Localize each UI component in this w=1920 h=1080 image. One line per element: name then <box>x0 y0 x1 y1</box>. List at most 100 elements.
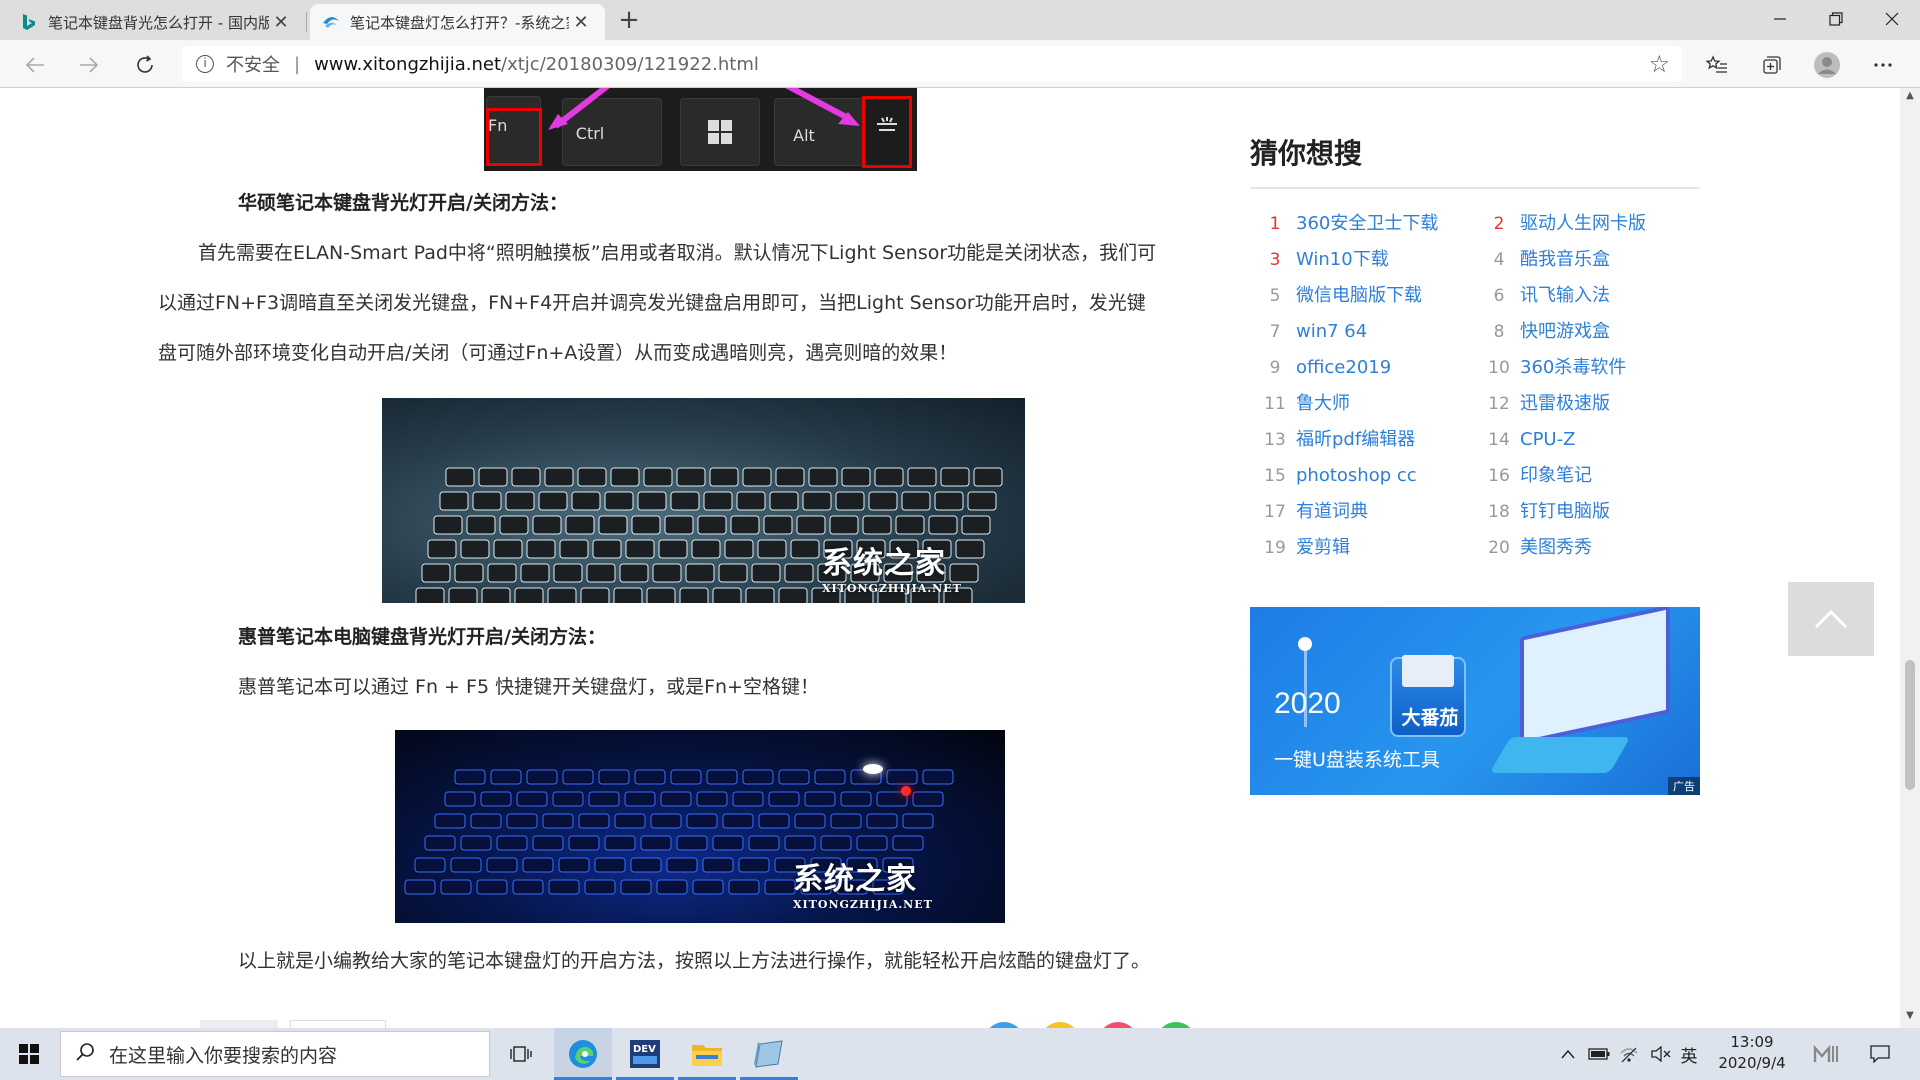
rank-link[interactable]: 微信电脑版下载 <box>1296 285 1422 306</box>
rank-link[interactable]: Win10下载 <box>1296 249 1389 270</box>
taskbar-app-devenv[interactable]: DEV <box>616 1028 674 1080</box>
hot-search-item[interactable]: 6 讯飞输入法 <box>1478 278 1610 314</box>
hot-search-item[interactable]: 10 360杀毒软件 <box>1478 350 1626 386</box>
rank-number: 12 <box>1488 394 1510 414</box>
rank-link[interactable]: 有道词典 <box>1296 501 1368 522</box>
hot-search-item[interactable]: 4 酷我音乐盒 <box>1478 242 1610 278</box>
favorite-star-icon[interactable]: ☆ <box>1648 50 1670 78</box>
taskbar-app-viewer[interactable] <box>740 1028 798 1080</box>
hot-search-item[interactable]: 7 win7 64 <box>1254 314 1368 350</box>
favorites-list-icon[interactable] <box>1702 50 1732 80</box>
keycap <box>736 491 766 511</box>
address-bar[interactable]: i 不安全 | www.xitongzhijia.net /xtjc/20180… <box>182 46 1682 82</box>
rank-link[interactable]: photoshop cc <box>1296 465 1417 486</box>
rank-link[interactable]: 快吧游戏盒 <box>1520 321 1610 342</box>
rank-link[interactable]: 讯飞输入法 <box>1520 285 1610 306</box>
close-icon[interactable]: ✕ <box>569 12 593 33</box>
tab-bing-search[interactable]: 笔记本键盘背光怎么打开 - 国内版 ✕ <box>8 4 305 40</box>
forward-button[interactable] <box>72 48 106 82</box>
scroll-up-icon[interactable]: ▲ <box>1900 90 1920 106</box>
system-clock[interactable]: 13:09 2020/9/4 <box>1704 1032 1800 1074</box>
rank-link[interactable]: CPU-Z <box>1520 429 1575 450</box>
rank-link[interactable]: 美图秀秀 <box>1520 537 1592 558</box>
input-method-indicator[interactable]: 英 <box>1676 1028 1702 1080</box>
ad-banner[interactable]: 2020 大番茄 一键U盘装系统工具 广告 <box>1250 607 1700 795</box>
keycap <box>466 515 496 535</box>
hot-search-item[interactable]: 19 爱剪辑 <box>1254 530 1350 566</box>
hot-search-item[interactable]: 1 360安全卫士下载 <box>1254 206 1439 242</box>
close-window-button[interactable] <box>1864 0 1920 38</box>
tab-separator <box>306 12 307 32</box>
rank-link[interactable]: 鲁大师 <box>1296 393 1350 414</box>
pager-button[interactable] <box>290 1020 386 1028</box>
security-label[interactable]: 不安全 <box>226 51 280 77</box>
tab-xitongzhijia[interactable]: 笔记本键盘灯怎么打开？-系统之家 ✕ <box>310 4 605 40</box>
rank-link[interactable]: 酷我音乐盒 <box>1520 249 1610 270</box>
rank-link[interactable]: 爱剪辑 <box>1296 537 1350 558</box>
rank-link[interactable]: 福昕pdf编辑器 <box>1296 429 1415 450</box>
collections-icon[interactable] <box>1757 50 1787 80</box>
task-view-button[interactable] <box>492 1028 550 1080</box>
close-icon[interactable]: ✕ <box>269 12 293 33</box>
back-to-top-button[interactable] <box>1788 582 1874 656</box>
start-button[interactable] <box>0 1028 58 1080</box>
refresh-button[interactable] <box>128 48 162 82</box>
taskbar-app-explorer[interactable] <box>678 1028 736 1080</box>
hot-search-item[interactable]: 11 鲁大师 <box>1254 386 1350 422</box>
windows-taskbar: 在这里输入你要搜索的内容 DEV 英 13:09 2020/9/4 <box>0 1028 1920 1080</box>
restore-button[interactable] <box>1808 0 1864 38</box>
rank-link[interactable]: 印象笔记 <box>1520 465 1592 486</box>
show-hidden-icons[interactable] <box>1556 1028 1580 1080</box>
rank-link[interactable]: 迅雷极速版 <box>1520 393 1610 414</box>
keycap <box>522 857 554 873</box>
keycap <box>856 835 888 851</box>
taskbar-app-edge[interactable] <box>554 1028 612 1080</box>
rank-link[interactable]: 驱动人生网卡版 <box>1520 213 1646 234</box>
taskbar-search-box[interactable]: 在这里输入你要搜索的内容 <box>60 1031 490 1077</box>
hot-search-item[interactable]: 2 驱动人生网卡版 <box>1478 206 1646 242</box>
arrow-right-icon <box>80 57 99 73</box>
keycap <box>656 879 688 895</box>
keycap <box>445 467 475 487</box>
hot-search-item[interactable]: 16 印象笔记 <box>1478 458 1592 494</box>
minimize-button[interactable] <box>1752 0 1808 38</box>
hot-search-item[interactable]: 9 office2019 <box>1254 350 1392 386</box>
volume-muted-icon[interactable] <box>1648 1028 1674 1080</box>
hot-search-item[interactable]: 20 美图秀秀 <box>1478 530 1592 566</box>
info-icon[interactable]: i <box>196 55 214 73</box>
rank-link[interactable]: office2019 <box>1296 357 1391 378</box>
rank-link[interactable]: 360杀毒软件 <box>1520 357 1626 378</box>
back-button[interactable] <box>18 48 52 82</box>
hot-search-item[interactable]: 12 迅雷极速版 <box>1478 386 1610 422</box>
keycap <box>769 491 799 511</box>
network-icon[interactable] <box>1616 1028 1642 1080</box>
rank-link[interactable]: 钉钉电脑版 <box>1520 501 1610 522</box>
windows-key <box>680 98 760 166</box>
vertical-scrollbar[interactable]: ▲ ▼ <box>1900 88 1920 1028</box>
new-tab-button[interactable]: + <box>614 6 644 36</box>
hot-search-item[interactable]: 5 微信电脑版下载 <box>1254 278 1422 314</box>
battery-icon[interactable] <box>1586 1028 1612 1080</box>
notification-center-icon[interactable] <box>1862 1028 1898 1080</box>
rank-link[interactable]: win7 64 <box>1296 321 1367 342</box>
keycap <box>676 467 706 487</box>
keycap <box>679 587 709 603</box>
keycap <box>511 467 541 487</box>
site-watermark: 系统之家 XITONGZHIJIA.NET <box>793 854 933 911</box>
meet-now-icon[interactable] <box>1808 1028 1844 1080</box>
hot-search-item[interactable]: 14 CPU-Z <box>1478 422 1575 458</box>
keycap <box>685 563 715 583</box>
pager-button[interactable] <box>200 1020 278 1028</box>
hot-search-item[interactable]: 17 有道词典 <box>1254 494 1368 530</box>
hot-search-item[interactable]: 18 钉钉电脑版 <box>1478 494 1610 530</box>
hot-search-item[interactable]: 15 photoshop cc <box>1254 458 1417 494</box>
keycap <box>835 491 865 511</box>
rank-link[interactable]: 360安全卫士下载 <box>1296 213 1438 234</box>
hot-search-item[interactable]: 3 Win10下载 <box>1254 242 1389 278</box>
hot-search-item[interactable]: 13 福昕pdf编辑器 <box>1254 422 1415 458</box>
hot-search-item[interactable]: 8 快吧游戏盒 <box>1478 314 1610 350</box>
profile-avatar-icon[interactable] <box>1812 50 1842 80</box>
more-options-icon[interactable] <box>1868 50 1898 80</box>
scroll-down-icon[interactable]: ▼ <box>1900 1010 1920 1026</box>
scrollbar-thumb[interactable] <box>1905 660 1915 790</box>
